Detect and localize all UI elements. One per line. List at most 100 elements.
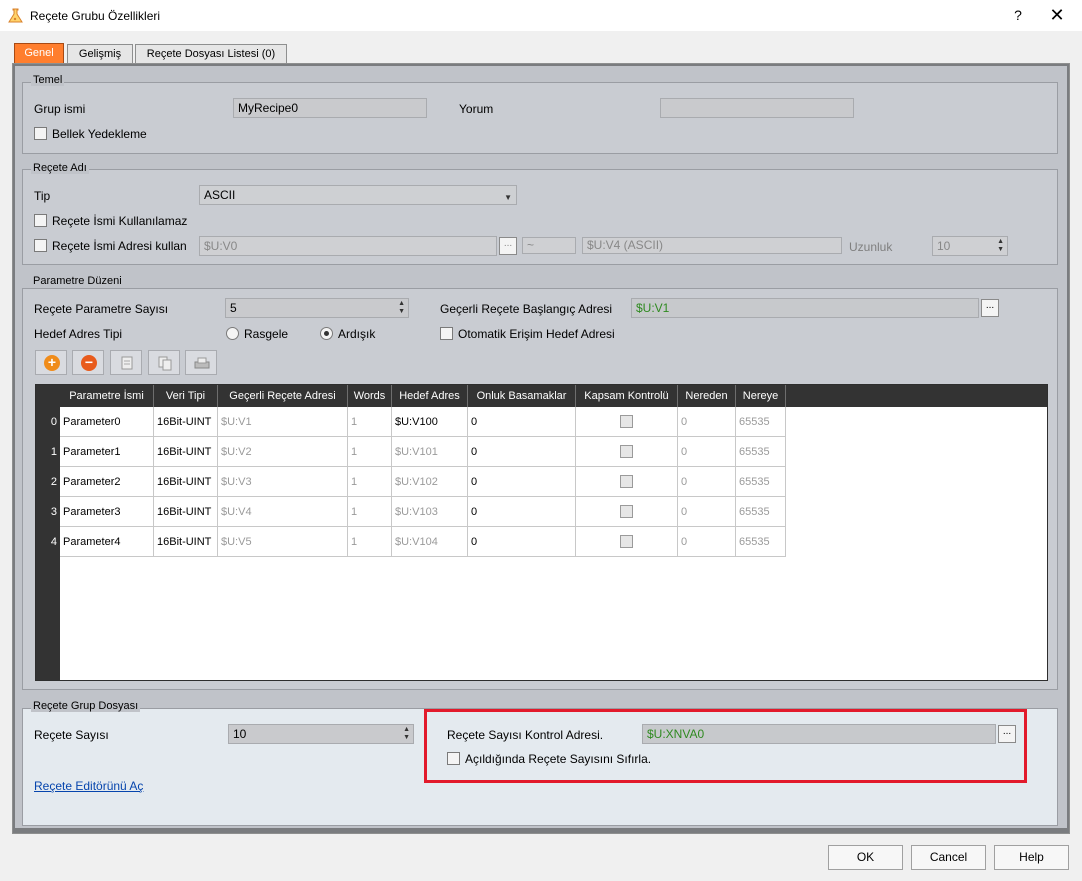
yorum-input[interactable]: [660, 98, 854, 118]
cell-nereden: 0: [678, 437, 736, 467]
tip-select[interactable]: ASCII ▼: [199, 185, 517, 205]
rasgele-radio[interactable]: [226, 327, 239, 340]
grup-ismi-input[interactable]: MyRecipe0: [233, 98, 427, 118]
ardisik-radio[interactable]: [320, 327, 333, 340]
cell-hedef-adres[interactable]: $U:V103: [392, 497, 468, 527]
cell-veri-tipi[interactable]: 16Bit-UINT: [154, 407, 218, 437]
copy-icon: [158, 356, 172, 371]
uzunluk-value: 10: [937, 239, 951, 253]
cell-nereye: 65535: [736, 407, 786, 437]
close-icon[interactable]: ✕: [1046, 4, 1068, 26]
spin-arrows-icon: ▲ ▼: [997, 238, 1004, 253]
plus-icon: +: [44, 355, 60, 371]
otomatik-erisim-checkbox[interactable]: [440, 327, 453, 340]
cancel-button[interactable]: Cancel: [911, 845, 986, 870]
col-veri-tipi[interactable]: Veri Tipi: [154, 385, 218, 407]
col-kapsam-kontrolu[interactable]: Kapsam Kontrolü: [576, 385, 678, 407]
cell-nereden: 0: [678, 467, 736, 497]
yorum-label: Yorum: [459, 102, 494, 116]
cell-veri-tipi[interactable]: 16Bit-UINT: [154, 467, 218, 497]
print-icon: [194, 357, 210, 369]
parametre-sayisi-value: 5: [230, 301, 237, 315]
recete-adres-from-input[interactable]: $U:V0: [199, 236, 497, 256]
recete-ismi-kullanilamaz-checkbox[interactable]: [34, 214, 47, 227]
recipe-flask-icon: [8, 8, 23, 23]
cell-words: 1: [348, 407, 392, 437]
cell-parametre-ismi[interactable]: Parameter2: [60, 467, 154, 497]
remove-row-button[interactable]: −: [72, 350, 104, 375]
group-temel-title: Temel: [31, 74, 65, 86]
cell-gecerli-adres: $U:V4: [218, 497, 348, 527]
copy-button[interactable]: [148, 350, 180, 375]
cell-veri-tipi[interactable]: 16Bit-UINT: [154, 437, 218, 467]
help-icon[interactable]: ?: [1008, 5, 1028, 25]
cell-onluk-basamaklar[interactable]: 0: [468, 407, 576, 437]
cell-kapsam-kontrolu: [576, 407, 678, 437]
recete-ismi-adresi-checkbox[interactable]: [34, 239, 47, 252]
spin-arrows-icon: ▲ ▼: [398, 300, 405, 315]
col-parametre-ismi[interactable]: Parametre İsmi: [60, 385, 154, 407]
cell-parametre-ismi[interactable]: Parameter3: [60, 497, 154, 527]
recete-editoru-link[interactable]: Reçete Editörünü Aç: [34, 779, 143, 793]
row-number: 0: [50, 416, 57, 428]
parametre-sayisi-stepper[interactable]: 5 ▲ ▼: [225, 298, 409, 318]
group-temel: [22, 82, 1058, 154]
kapsam-checkbox[interactable]: [620, 415, 633, 428]
col-nereye[interactable]: Nereye: [736, 385, 786, 407]
cell-veri-tipi[interactable]: 16Bit-UINT: [154, 527, 218, 557]
baslangic-adresi-browse-button[interactable]: ...: [981, 299, 999, 317]
tab-gelismis[interactable]: Gelişmiş: [67, 44, 133, 63]
uzunluk-stepper[interactable]: 10 ▲ ▼: [932, 236, 1008, 256]
recete-sayisi-stepper[interactable]: 10 ▲ ▼: [228, 724, 414, 744]
cell-hedef-adres[interactable]: $U:V101: [392, 437, 468, 467]
cell-veri-tipi[interactable]: 16Bit-UINT: [154, 497, 218, 527]
baslangic-adresi-input[interactable]: $U:V1: [631, 298, 979, 318]
cell-onluk-basamaklar[interactable]: 0: [468, 467, 576, 497]
group-recete-adi-title: Reçete Adı: [31, 162, 89, 174]
ardisik-label: Ardışık: [338, 327, 376, 341]
bellek-yedekleme-checkbox[interactable]: [34, 127, 47, 140]
ok-button[interactable]: OK: [828, 845, 903, 870]
kapsam-checkbox[interactable]: [620, 445, 633, 458]
cell-kapsam-kontrolu: [576, 467, 678, 497]
help-button[interactable]: Help: [994, 845, 1069, 870]
recete-sayisi-value: 10: [233, 727, 247, 741]
col-nereden[interactable]: Nereden: [678, 385, 736, 407]
add-row-button[interactable]: +: [35, 350, 67, 375]
cell-parametre-ismi[interactable]: Parameter0: [60, 407, 154, 437]
tab-genel[interactable]: Genel: [14, 43, 64, 63]
tab-recete-dosyasi-listesi[interactable]: Reçete Dosyası Listesi (0): [135, 44, 287, 63]
col-words[interactable]: Words: [348, 385, 392, 407]
uzunluk-label: Uzunluk: [849, 240, 893, 254]
cell-onluk-basamaklar[interactable]: 0: [468, 497, 576, 527]
cell-onluk-basamaklar[interactable]: 0: [468, 527, 576, 557]
print-button[interactable]: [185, 350, 217, 375]
cell-onluk-basamaklar[interactable]: 0: [468, 437, 576, 467]
title-bar: [0, 0, 1082, 31]
cell-hedef-adres[interactable]: $U:V104: [392, 527, 468, 557]
parameter-table: Parametre İsmi Veri Tipi Geçerli Reçete …: [35, 384, 1048, 681]
spin-arrows-icon: ▲ ▼: [403, 726, 410, 741]
cell-words: 1: [348, 467, 392, 497]
bellek-yedekleme-label: Bellek Yedekleme: [52, 127, 147, 141]
import-button[interactable]: [110, 350, 142, 375]
cell-hedef-adres[interactable]: $U:V100: [392, 407, 468, 437]
recete-adres-browse-button[interactable]: ...: [499, 237, 517, 255]
col-gecerli-adres[interactable]: Geçerli Reçete Adresi: [218, 385, 348, 407]
col-onluk-basamaklar[interactable]: Onluk Basamaklar: [468, 385, 576, 407]
cell-hedef-adres[interactable]: $U:V102: [392, 467, 468, 497]
kapsam-checkbox[interactable]: [620, 535, 633, 548]
recete-adres-to-input: $U:V4 (ASCII): [582, 237, 842, 254]
cell-parametre-ismi[interactable]: Parameter4: [60, 527, 154, 557]
col-hedef-adres[interactable]: Hedef Adres: [392, 385, 468, 407]
kapsam-checkbox[interactable]: [620, 505, 633, 518]
parametre-sayisi-label: Reçete Parametre Sayısı: [34, 302, 169, 316]
row-number: 1: [50, 446, 57, 458]
kapsam-checkbox[interactable]: [620, 475, 633, 488]
group-recete-grup-dosyasi-title: Reçete Grup Dosyası: [31, 700, 141, 712]
cell-parametre-ismi[interactable]: Parameter1: [60, 437, 154, 467]
highlight-box: [424, 709, 1027, 783]
recete-ismi-adresi-label: Reçete İsmi Adresi kullan: [52, 239, 187, 253]
cell-nereden: 0: [678, 407, 736, 437]
recete-sayisi-label: Reçete Sayısı: [34, 728, 109, 742]
